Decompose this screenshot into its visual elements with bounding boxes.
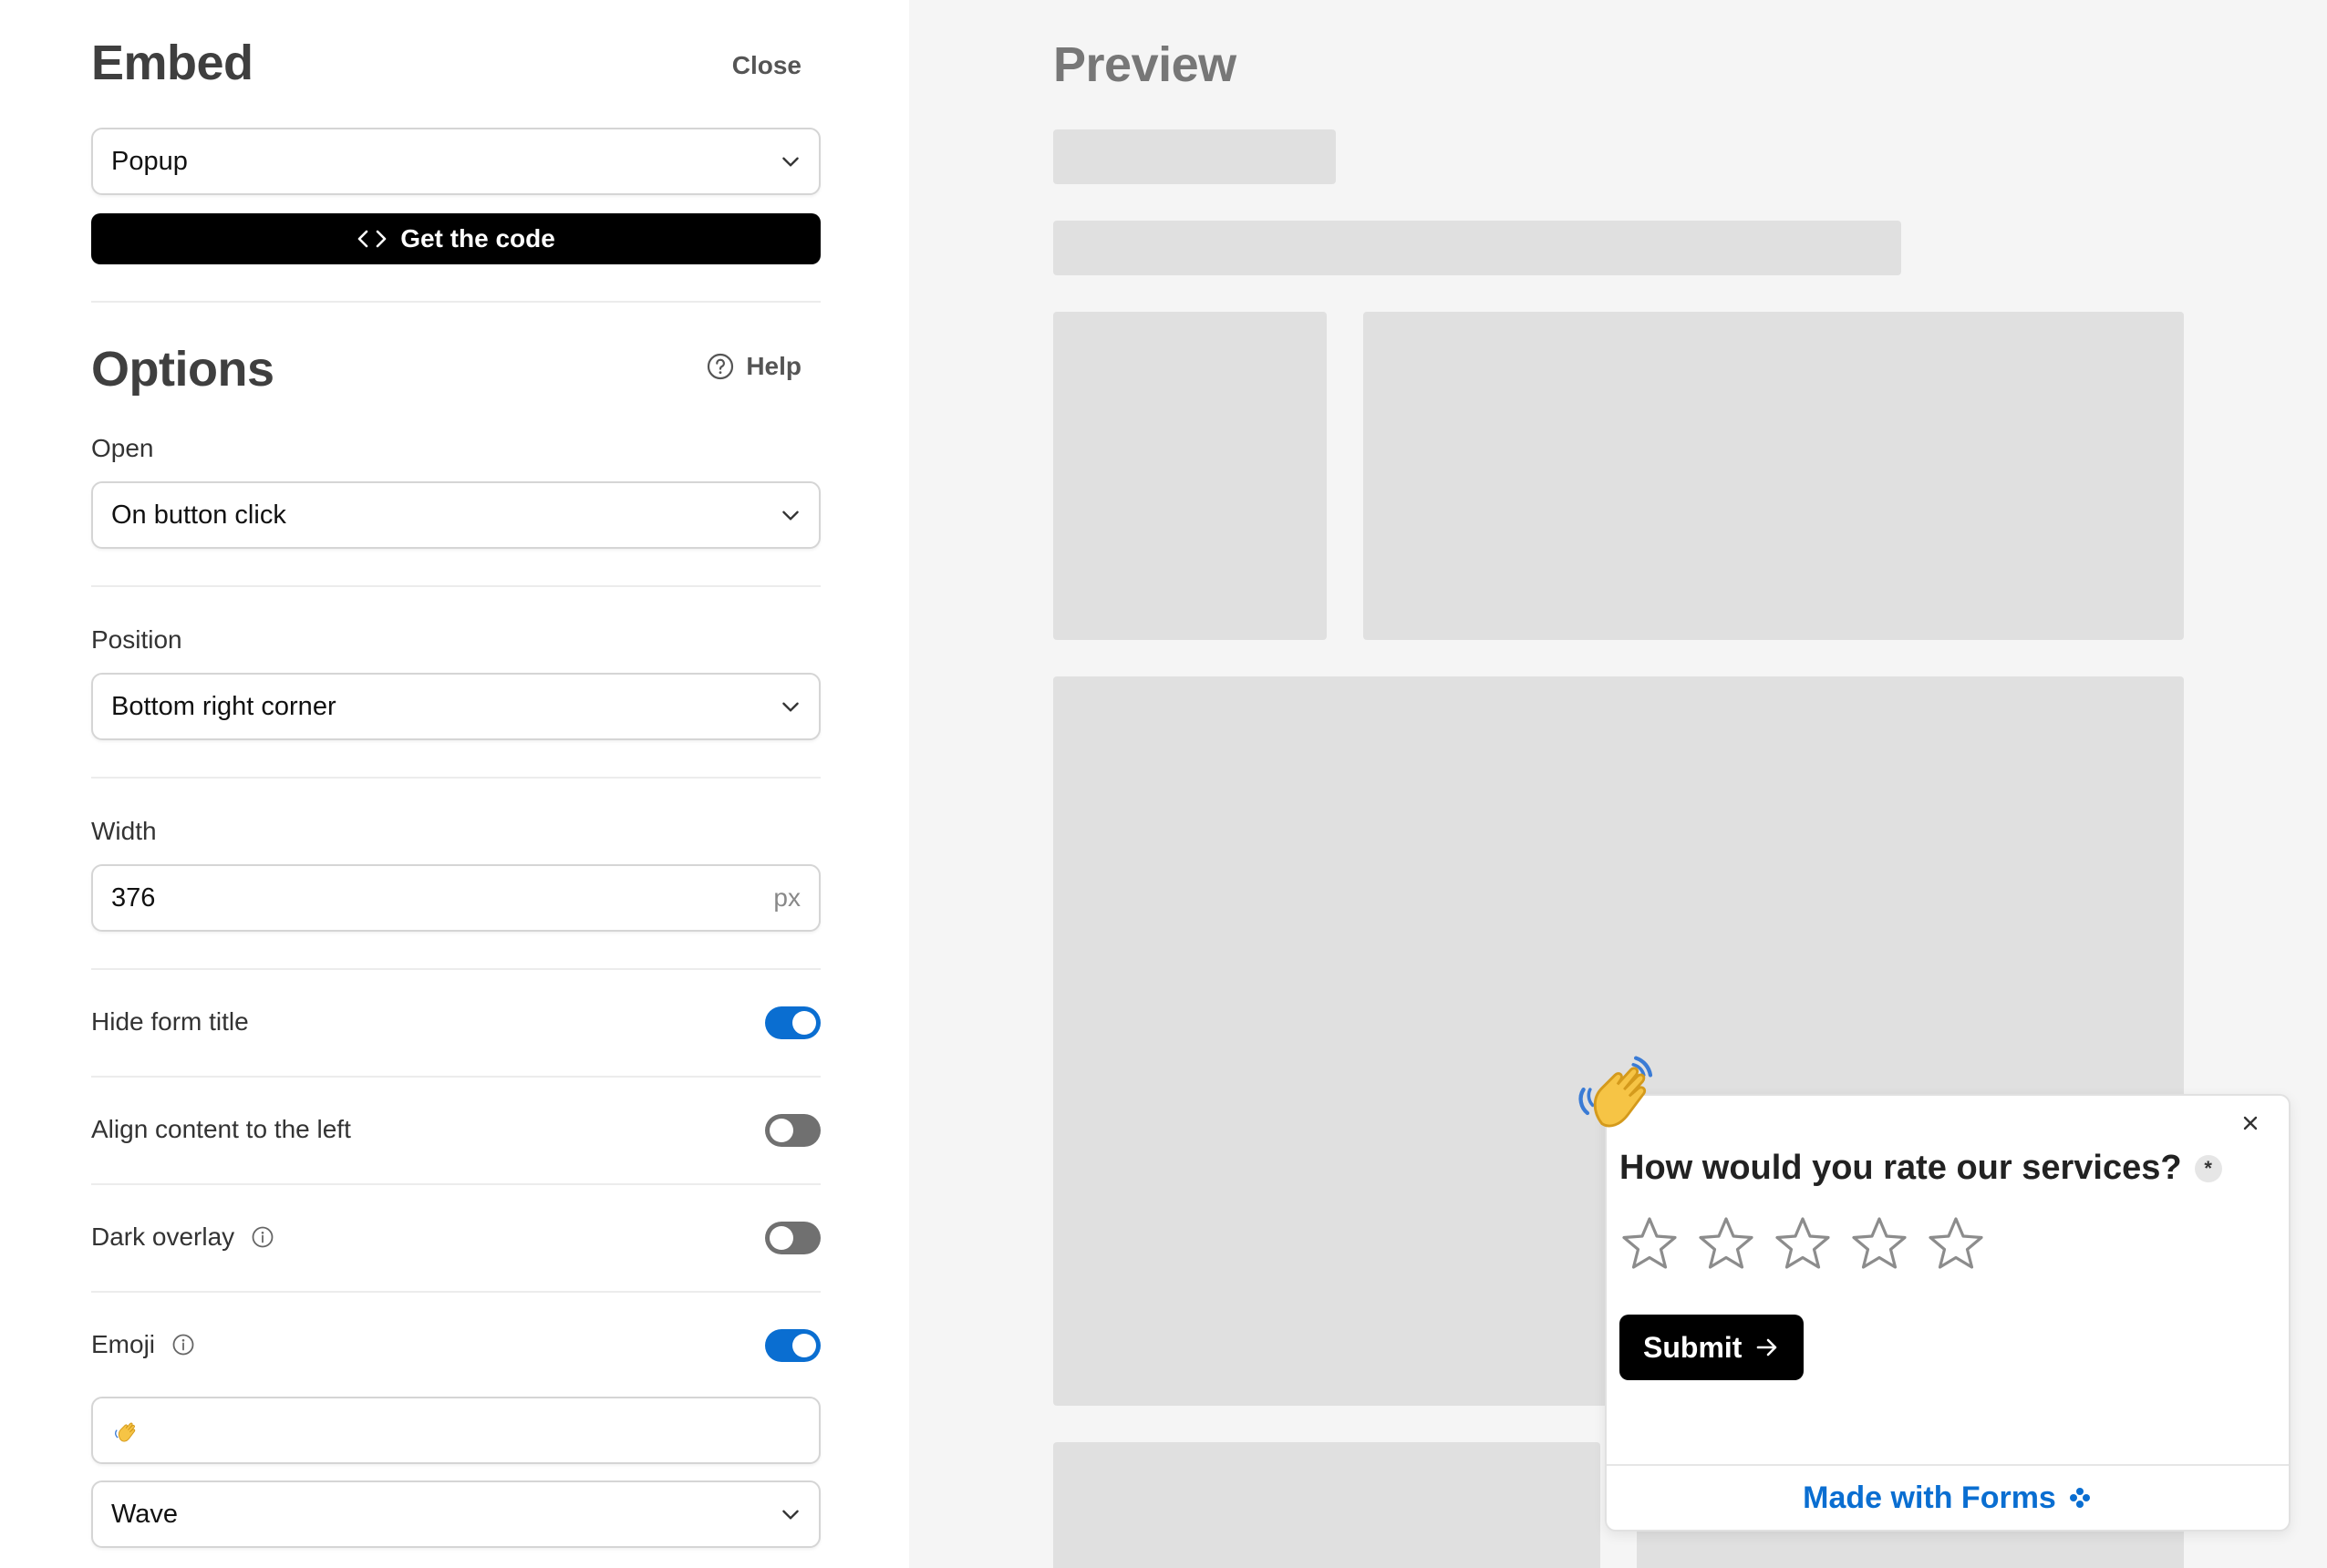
embed-title: Embed bbox=[91, 36, 253, 90]
submit-label: Submit bbox=[1643, 1330, 1743, 1364]
chevron-down-icon bbox=[782, 511, 799, 521]
waving-hand-icon bbox=[115, 1422, 136, 1442]
dark-overlay-text: Dark overlay bbox=[91, 1222, 235, 1251]
submit-button[interactable]: Submit bbox=[1619, 1315, 1805, 1380]
width-unit: px bbox=[773, 883, 801, 912]
help-label: Help bbox=[746, 352, 802, 380]
hide-form-title-text: Hide form title bbox=[91, 1007, 249, 1036]
divider bbox=[91, 585, 821, 587]
question-text: How would you rate our services? bbox=[1619, 1149, 2182, 1187]
star-icon[interactable] bbox=[1619, 1214, 1680, 1274]
emoji-animation-value: Wave bbox=[111, 1500, 179, 1529]
question-circle-icon bbox=[708, 353, 734, 380]
width-value: 376 bbox=[111, 883, 156, 913]
divider bbox=[91, 1183, 821, 1185]
emoji-toggle[interactable] bbox=[765, 1329, 821, 1362]
skeleton-block bbox=[1053, 1442, 1600, 1568]
options-title: Options bbox=[91, 342, 274, 397]
chevron-down-icon bbox=[782, 702, 799, 712]
position-label: Position bbox=[91, 625, 182, 654]
star-icon[interactable] bbox=[1849, 1214, 1909, 1274]
embed-mode-select[interactable]: Popup bbox=[91, 128, 821, 195]
info-icon[interactable] bbox=[171, 1333, 195, 1357]
info-icon[interactable] bbox=[251, 1225, 274, 1249]
divider bbox=[91, 1291, 821, 1293]
star-icon[interactable] bbox=[1773, 1214, 1833, 1274]
divider bbox=[91, 968, 821, 970]
align-left-label: Align content to the left bbox=[91, 1115, 351, 1144]
toggle-knob bbox=[770, 1226, 793, 1250]
position-select[interactable]: Bottom right corner bbox=[91, 673, 821, 740]
required-badge: * bbox=[2194, 1154, 2222, 1182]
open-value: On button click bbox=[111, 500, 286, 530]
align-left-toggle[interactable] bbox=[765, 1114, 821, 1147]
open-select[interactable]: On button click bbox=[91, 481, 821, 549]
embed-mode-value: Popup bbox=[111, 147, 188, 176]
popup-form: How would you rate our services? * Submi… bbox=[1605, 1094, 2291, 1532]
skeleton-block bbox=[1363, 312, 2184, 640]
hide-form-title-label: Hide form title bbox=[91, 1007, 249, 1037]
chevron-down-icon bbox=[782, 157, 799, 167]
made-with-forms-label: Made with Forms bbox=[1803, 1480, 2056, 1515]
waving-hand-icon bbox=[1578, 1056, 1653, 1128]
close-button[interactable]: Close bbox=[732, 51, 802, 80]
divider bbox=[91, 777, 821, 779]
open-label: Open bbox=[91, 434, 154, 462]
forms-logo-icon bbox=[2069, 1488, 2090, 1508]
get-the-code-label: Get the code bbox=[400, 224, 555, 253]
close-icon[interactable] bbox=[2238, 1110, 2263, 1136]
code-icon bbox=[357, 230, 387, 248]
toggle-knob bbox=[792, 1011, 816, 1035]
toggle-knob bbox=[792, 1334, 816, 1357]
emoji-animation-select[interactable]: Wave bbox=[91, 1480, 821, 1548]
skeleton-block bbox=[1053, 312, 1327, 640]
made-with-forms-link[interactable]: Made with Forms bbox=[1607, 1466, 2289, 1530]
align-left-text: Align content to the left bbox=[91, 1115, 351, 1143]
divider bbox=[91, 1076, 821, 1078]
question-heading: How would you rate our services? * bbox=[1619, 1149, 2222, 1188]
toggle-knob bbox=[770, 1119, 793, 1142]
width-input[interactable]: 376 px bbox=[91, 864, 821, 932]
get-the-code-button[interactable]: Get the code bbox=[91, 213, 821, 264]
emoji-label: Emoji bbox=[91, 1330, 195, 1359]
hide-form-title-toggle[interactable] bbox=[765, 1006, 821, 1039]
help-button[interactable]: Help bbox=[706, 352, 802, 381]
emoji-input[interactable] bbox=[91, 1397, 821, 1464]
star-icon[interactable] bbox=[1926, 1214, 1986, 1274]
position-value: Bottom right corner bbox=[111, 692, 336, 721]
skeleton-block bbox=[1053, 129, 1336, 184]
dark-overlay-label: Dark overlay bbox=[91, 1222, 274, 1252]
preview-title: Preview bbox=[1053, 37, 1236, 92]
star-icon[interactable] bbox=[1696, 1214, 1756, 1274]
emoji-text: Emoji bbox=[91, 1330, 156, 1358]
star-rating[interactable] bbox=[1619, 1214, 1986, 1274]
skeleton-block bbox=[1053, 221, 1901, 275]
embed-settings-panel: Embed Close Popup Get the code Options H… bbox=[0, 0, 909, 1568]
arrow-right-icon bbox=[1757, 1338, 1777, 1357]
dark-overlay-toggle[interactable] bbox=[765, 1222, 821, 1254]
width-label: Width bbox=[91, 817, 157, 845]
divider bbox=[91, 301, 821, 303]
chevron-down-icon bbox=[782, 1510, 799, 1520]
